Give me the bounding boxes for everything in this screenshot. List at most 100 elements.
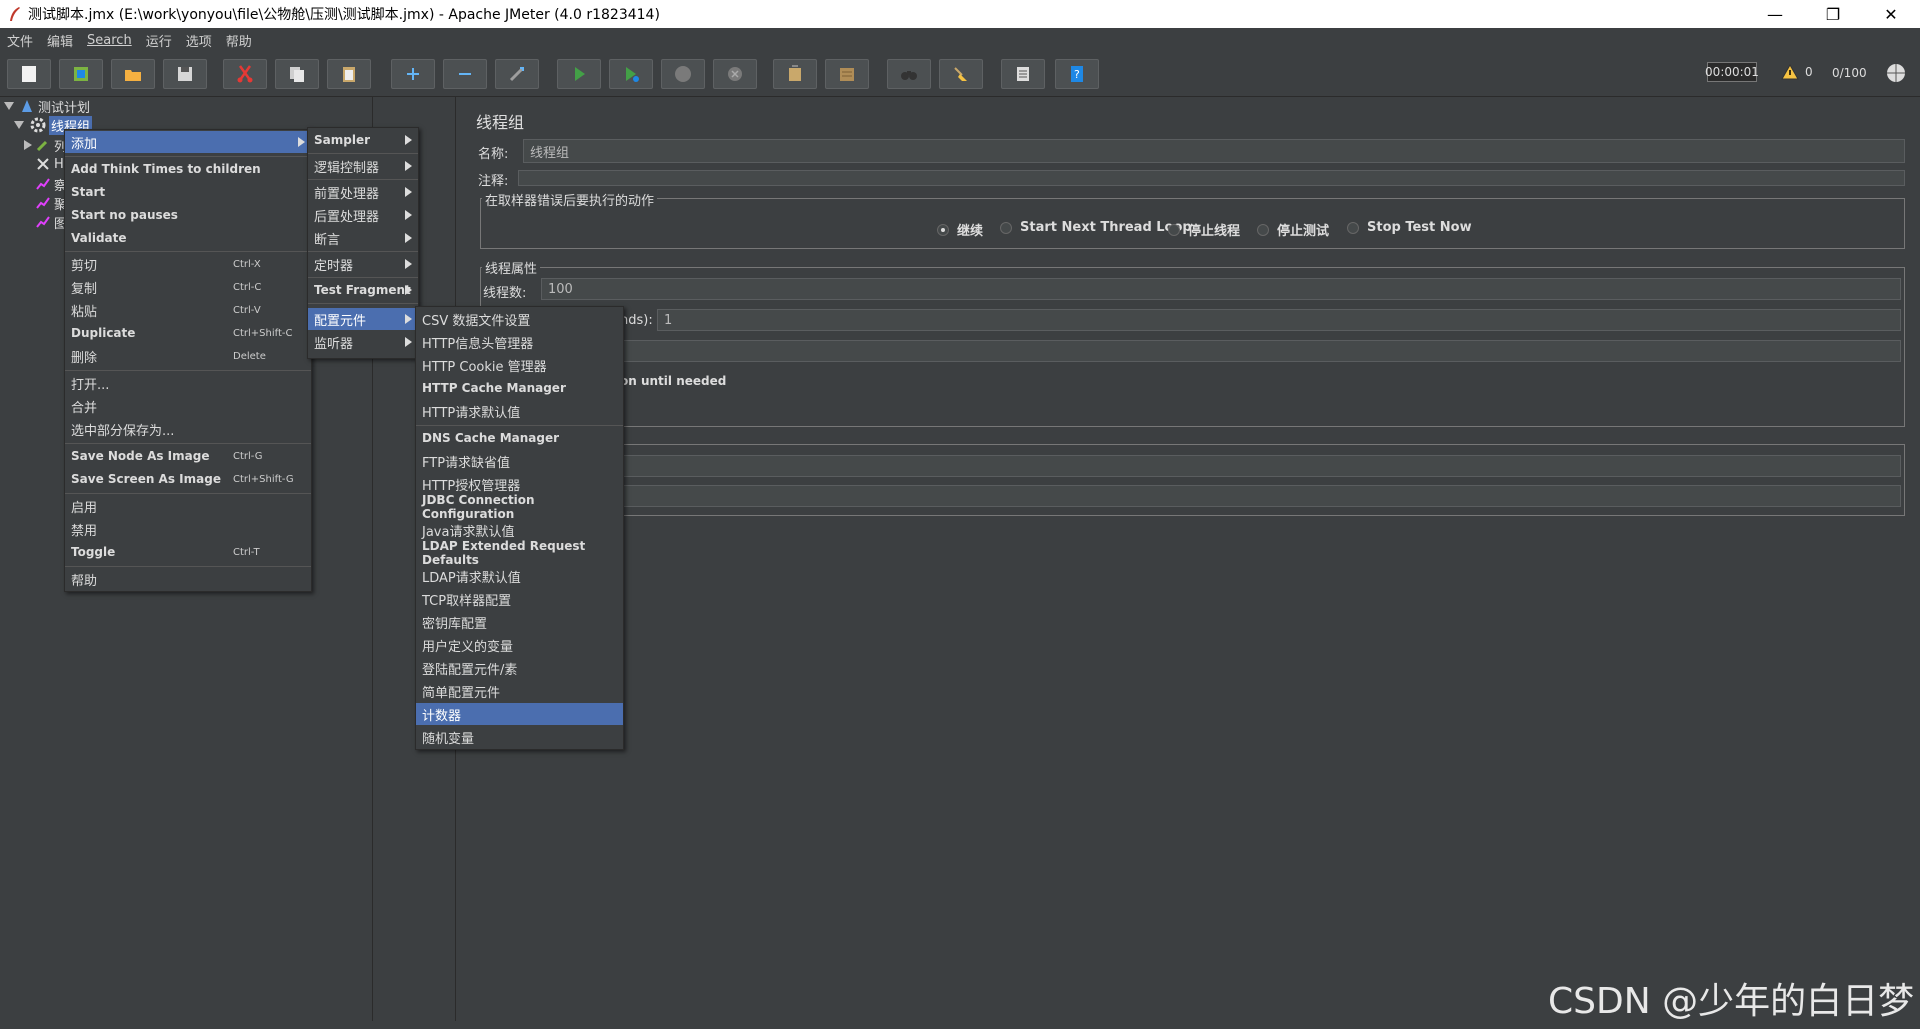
config-item-http-header-manager[interactable]: HTTP信息头管理器 (416, 331, 623, 353)
minimize-button[interactable]: — (1746, 0, 1804, 28)
submenu-item-timer[interactable]: 定时器 (308, 253, 418, 275)
menu-item-start[interactable]: Start (65, 181, 311, 203)
name-input[interactable]: 线程组 (523, 139, 1905, 163)
stop-button[interactable] (661, 59, 705, 89)
start-no-pauses-button[interactable] (609, 59, 653, 89)
submenu-item-assertion[interactable]: 断言 (308, 227, 418, 249)
menu-item-save-selection-as[interactable]: 选中部分保存为... (65, 418, 311, 440)
expand-button[interactable] (391, 59, 435, 89)
radio-continue[interactable]: 继续 (937, 220, 983, 239)
menu-item-toggle[interactable]: Toggle Ctrl-T (65, 541, 311, 563)
paste-button[interactable] (327, 59, 371, 89)
toggle-button[interactable] (495, 59, 539, 89)
templates-button[interactable] (59, 59, 103, 89)
comment-input[interactable] (518, 170, 1905, 186)
radio-start-next-loop[interactable]: Start Next Thread Loop (1000, 220, 1192, 235)
menu-item-cut[interactable]: 剪切 Ctrl-X (65, 253, 311, 275)
menu-file[interactable]: 文件 (0, 31, 40, 50)
submenu-item-listener[interactable]: 监听器 (308, 331, 418, 353)
config-item-keystore-config[interactable]: 密钥库配置 (416, 611, 623, 633)
menu-search[interactable]: Search (80, 33, 139, 48)
config-item-java-request-defaults[interactable]: Java请求默认值 (416, 519, 623, 541)
radio-stop-test[interactable]: 停止测试 (1257, 220, 1329, 239)
help-button[interactable]: ? (1055, 59, 1099, 89)
tree-node-child-5[interactable]: 图 (36, 213, 67, 232)
menu-item-save-screen-as-image[interactable]: Save Screen As Image Ctrl+Shift-G (65, 468, 311, 490)
copy-button[interactable] (275, 59, 319, 89)
config-item-user-defined-variables[interactable]: 用户定义的变量 (416, 634, 623, 656)
expand-arrow-icon[interactable] (14, 121, 24, 129)
tree-node-test-plan[interactable]: 测试计划 (4, 97, 90, 116)
menu-item-paste[interactable]: 粘贴 Ctrl-V (65, 299, 311, 321)
menu-item-disable[interactable]: 禁用 (65, 518, 311, 540)
menu-item-duplicate[interactable]: Duplicate Ctrl+Shift-C (65, 322, 311, 344)
config-item-counter[interactable]: 计数器 (416, 703, 623, 725)
save-button[interactable] (163, 59, 207, 89)
menu-item-enable[interactable]: 启用 (65, 495, 311, 517)
radio-stop-thread[interactable]: 停止线程 (1168, 220, 1240, 239)
menu-item-help[interactable]: 帮助 (65, 568, 311, 590)
submenu-item-logic-controller[interactable]: 逻辑控制器 (308, 155, 418, 177)
warning-indicator[interactable]: 0 (1781, 64, 1813, 80)
close-button[interactable]: ✕ (1862, 0, 1920, 28)
menu-item-open[interactable]: 打开... (65, 372, 311, 394)
menu-item-merge[interactable]: 合并 (65, 395, 311, 417)
config-item-jdbc-connection[interactable]: JDBC Connection Configuration (416, 493, 623, 521)
threads-input[interactable]: 100 (541, 278, 1901, 300)
tree-node-child-4[interactable]: 聚 (36, 194, 67, 213)
config-item-random-variable[interactable]: 随机变量 (416, 726, 623, 748)
clear-button[interactable] (773, 59, 817, 89)
loop-count-input[interactable] (620, 340, 1901, 362)
function-helper-button[interactable] (1001, 59, 1045, 89)
config-item-http-cache-manager[interactable]: HTTP Cache Manager (416, 377, 623, 399)
submenu-item-sampler[interactable]: Sampler (308, 129, 418, 151)
menu-item-start-no-pauses[interactable]: Start no pauses (65, 204, 311, 226)
expand-arrow-icon[interactable] (4, 102, 14, 110)
submenu-item-config-element[interactable]: 配置元件 (308, 308, 418, 330)
menu-options[interactable]: 选项 (179, 31, 219, 50)
config-item-csv-data-set[interactable]: CSV 数据文件设置 (416, 308, 623, 330)
config-item-http-cookie-manager[interactable]: HTTP Cookie 管理器 (416, 354, 623, 376)
menu-item-add[interactable]: 添加 (65, 131, 311, 153)
menu-run[interactable]: 运行 (139, 31, 179, 50)
help-book-icon: ? (1071, 66, 1083, 82)
menu-item-save-node-as-image[interactable]: Save Node As Image Ctrl-G (65, 445, 311, 467)
reset-search-button[interactable] (939, 59, 983, 89)
config-item-ldap-request-defaults[interactable]: LDAP请求默认值 (416, 565, 623, 587)
remote-globe-icon[interactable] (1885, 62, 1907, 84)
tree-node-child-1[interactable]: 列 (24, 136, 67, 155)
config-item-http-request-defaults[interactable]: HTTP请求默认值 (416, 400, 623, 422)
restore-button[interactable]: ❐ (1804, 0, 1862, 28)
config-item-http-auth-manager[interactable]: HTTP授权管理器 (416, 473, 623, 495)
radio-stop-test-now[interactable]: Stop Test Now (1347, 220, 1472, 235)
menu-item-add-think-times[interactable]: Add Think Times to children (65, 158, 311, 180)
config-item-tcp-sampler-config[interactable]: TCP取样器配置 (416, 588, 623, 610)
open-button[interactable] (111, 59, 155, 89)
rampup-input[interactable]: 1 (657, 309, 1901, 331)
submenu-item-pre-processor[interactable]: 前置处理器 (308, 181, 418, 203)
config-item-login-config[interactable]: 登陆配置元件/素 (416, 657, 623, 679)
startup-delay-input[interactable] (620, 485, 1901, 507)
config-item-simple-config[interactable]: 简单配置元件 (416, 680, 623, 702)
clear-all-button[interactable] (825, 59, 869, 89)
tree-node-child-3[interactable]: 察 (36, 175, 67, 194)
config-item-ftp-request-defaults[interactable]: FTP请求缺省值 (416, 450, 623, 472)
cut-button[interactable] (223, 59, 267, 89)
tree-node-child-2[interactable]: H (36, 155, 64, 173)
search-button[interactable] (887, 59, 931, 89)
config-item-ldap-extended-defaults[interactable]: LDAP Extended Request Defaults (416, 539, 623, 567)
collapse-button[interactable] (443, 59, 487, 89)
menu-help[interactable]: 帮助 (219, 31, 259, 50)
start-button[interactable] (557, 59, 601, 89)
submenu-item-test-fragment[interactable]: Test Fragment (308, 279, 418, 301)
duration-input[interactable] (620, 455, 1901, 477)
shutdown-button[interactable] (713, 59, 757, 89)
config-item-dns-cache-manager[interactable]: DNS Cache Manager (416, 427, 623, 449)
menu-item-copy[interactable]: 复制 Ctrl-C (65, 276, 311, 298)
menu-item-delete[interactable]: 删除 Delete (65, 345, 311, 367)
menu-item-validate[interactable]: Validate (65, 227, 311, 249)
submenu-item-post-processor[interactable]: 后置处理器 (308, 204, 418, 226)
new-button[interactable] (7, 59, 51, 89)
menu-edit[interactable]: 编辑 (40, 31, 80, 50)
collapse-arrow-icon[interactable] (24, 140, 32, 150)
